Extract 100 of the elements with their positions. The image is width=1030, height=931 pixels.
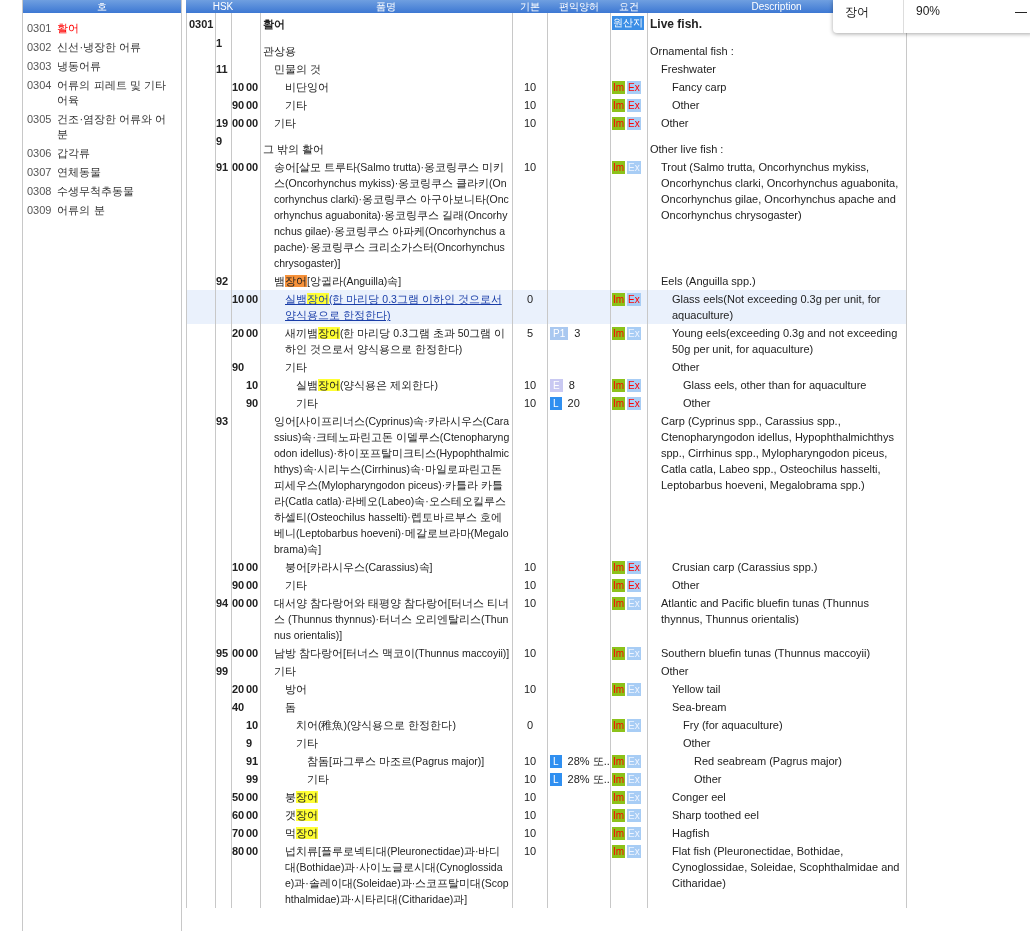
hsk-code: 91	[246, 755, 259, 767]
item-name-link[interactable]: 방어	[285, 681, 510, 697]
column-header: 호	[23, 0, 181, 13]
item-name-link[interactable]: 실뱀장어(한 마리당 0.3그램 이하인 것으로서 양식용으로 한정한다)	[285, 291, 510, 323]
item-name-link[interactable]: 대서양 참다랑어와 태평양 참다랑어[터너스 티너스 (Thunnus thynnus)·터너스 오리엔탈리스(Thunnus orientalis)]	[274, 595, 510, 643]
description-text: Ornamental fish :	[650, 45, 734, 57]
description-text: Other	[672, 361, 700, 373]
sidebar-item[interactable]: 0305 건조·염장한 어류와 어분	[27, 112, 177, 142]
item-name-link[interactable]: 기타	[274, 663, 510, 679]
hsk-code: 90	[246, 397, 259, 409]
hsk-code: 9	[216, 134, 224, 149]
table-row[interactable]: 1000 붕어[카라시우스(Carassius)속] 10 Im Ex Crusian carp (Carassius spp.)	[186, 558, 906, 576]
hsk-code: 00	[246, 117, 259, 129]
hsk-code: 00	[246, 647, 259, 659]
table-row[interactable]: 2000 새끼뱀장어(한 마리당 0.3그램 초과 50그램 이하인 것으로서 양식용으로 한정한다) 5 P1 3 Im Ex Young eels(exceeding 0.3g and not exceeding 50g per unit, for aquaculture)	[186, 324, 906, 358]
basic-rate: 0	[526, 293, 534, 305]
sidebar-item[interactable]: 0306 갑각류	[27, 146, 177, 161]
zoom-level: 90%	[916, 4, 941, 20]
table-row[interactable]: 11 민물의 것 Freshwater	[186, 60, 906, 78]
description-text: Freshwater	[661, 63, 717, 75]
table-row[interactable]: 9000 기타 10 Im Ex Other	[186, 96, 906, 114]
table-row[interactable]: 1000 비단잉어 10 Im Ex Fancy carp	[186, 78, 906, 96]
item-name-link[interactable]: 송어[살모 트루타(Salmo trutta)·옹코링쿠스 미키스(Oncorhynchus mykiss)·옹코링쿠스 클라키(Oncorhynchus clarki)·옹코링쿠스 아구아보니타(Oncorhynchus aguabonita)·옹코링쿠스 길래(Oncorhynchus gilae)·옹코링쿠스 아파케(Oncorhynchus apache)·옹코링쿠스 크리소가스터(Oncorhynchus chrysogaster)]	[274, 159, 510, 271]
table-row[interactable]: 9 그 밖의 활어 Other live fish :	[186, 132, 906, 158]
item-name-link[interactable]: 남방 참다랑어[터너스 맥코이(Thunnus maccoyii)]	[274, 645, 510, 661]
table-row[interactable]: 1 관상용 Ornamental fish :	[186, 34, 906, 60]
hsk-code: 19	[216, 116, 228, 131]
table-row[interactable]: 90 기타 10 L 20 Im Ex Other	[186, 394, 906, 412]
table-row[interactable]: 10 치어(稚魚)(양식용으로 한정한다) 0 Im Ex Fry (for aquaculture)	[186, 716, 906, 734]
sidebar-item[interactable]: 0308 수생무척추동물	[27, 184, 177, 199]
item-name-link[interactable]: 기타	[285, 577, 510, 593]
table-row[interactable]: 2000 방어 10 Im Ex Yellow tail	[186, 680, 906, 698]
hsk-code: 00	[246, 809, 259, 821]
item-name-link[interactable]: 기타	[285, 359, 510, 375]
item-name-link[interactable]: 기타	[274, 115, 510, 131]
hsk-code: 00	[246, 561, 259, 573]
item-name-link[interactable]: 붕장어	[285, 789, 510, 805]
table-row[interactable]: 5000 붕장어 10 Im Ex Conger eel	[186, 788, 906, 806]
table-row[interactable]	[186, 158, 906, 272]
item-name-link[interactable]: 관상용	[263, 43, 510, 59]
sidebar-item[interactable]: 0309 어류의 분	[27, 203, 177, 218]
item-name-link[interactable]: 비단잉어	[285, 79, 510, 95]
item-name-link[interactable]: 뱀장어[앙귈라(Anguilla)속]	[274, 273, 510, 289]
description-text: Carp (Cyprinus spp., Carassius spp., Ctenopharyngodon idellus, Hypophthalmichthys spp., Cirrhinus spp., Mylopharyngodon piceus, Catla catla, Labeo spp., Osteochilus hasselti, Leptobarbus hoeveni, Megalobrama spp.)	[661, 415, 894, 491]
item-name-link[interactable]: 활어	[263, 16, 510, 32]
description-text: Glass eels, other than for aquaculture	[683, 379, 867, 391]
item-name-link[interactable]: 기타	[307, 771, 510, 787]
item-name-link[interactable]: 먹장어	[285, 825, 510, 841]
table-row[interactable]: 99 기타 Other	[186, 662, 906, 680]
description-text: Sea-bream	[672, 701, 727, 713]
sidebar-item[interactable]: 0301 활어	[27, 21, 177, 36]
hsk-code: 20	[232, 683, 245, 695]
table-row[interactable]: 91 참돔[파그루스 마조르(Pagrus major)] 10 L 28% 또.. Im Ex Red seabream (Pagrus major)	[186, 752, 906, 770]
item-name-link[interactable]: 참돔[파그루스 마조르(Pagrus major)]	[307, 753, 510, 769]
item-name-link[interactable]: 민물의 것	[274, 61, 510, 77]
basic-rate: 10	[523, 773, 537, 785]
description-text: Live fish.	[650, 17, 702, 31]
rate-value: 28% 또..	[567, 754, 610, 769]
basic-rate: 10	[523, 81, 537, 93]
basic-rate: 10	[523, 397, 537, 409]
hsk-code: 00	[246, 827, 259, 839]
item-name-link[interactable]: 치어(稚魚)(양식용으로 한정한다)	[296, 717, 510, 733]
basic-rate: 10	[523, 117, 537, 129]
sidebar-item[interactable]: 0304 어류의 피레트 및 기타 어육	[27, 78, 177, 108]
column-header: HSK	[212, 0, 234, 13]
table-row[interactable]: 9 기타 Other	[186, 734, 906, 752]
sidebar-item[interactable]: 0303 냉동어류	[27, 59, 177, 74]
item-name-link[interactable]: 잉어[사이프리너스(Cyprinus)속·카라시우스(Carassius)속·크테노파린고돈 이델루스(Ctenopharyngodon idellus)·하이포프탈미크티스(Hypophthalmichthys)속·시리누스(Cirrhinus)속·마일로파린고돈 피세우스(Mylopharyngodon piceus)·카틀라 카틀라(Catla catla)·라베오(Labeo)속·오스테오킬루스 하셀티(Osteochilus hasselti)·렙토바르부스 호에베니(Leptobarbus hoeveni)·메갈로브라마(Megalobrama)속]	[274, 413, 510, 557]
table-row[interactable]	[186, 412, 906, 558]
hsk-code: 90	[232, 361, 245, 373]
table-row[interactable]: 94 0000 대서양 참다랑어와 태평양 참다랑어[터너스 티너스 (Thunnus thynnus)·터너스 오리엔탈리스(Thunnus orientalis)] 10 Im Ex Atlantic and Pacific bluefin tunas (Thunnus thynnus, Thunnus orientalis)	[186, 594, 906, 644]
table-row[interactable]: 19 0000 기타 10 Im Ex Other	[186, 114, 906, 132]
table-row[interactable]: 7000 먹장어 10 Im Ex Hagfish	[186, 824, 906, 842]
table-row[interactable]: 95 0000 남방 참다랑어[터너스 맥코이(Thunnus maccoyii)] 10 Im Ex Southern bluefin tunas (Thunnus maccoyii)	[186, 644, 906, 662]
table-row[interactable]: 9000 기타 10 Im Ex Other	[186, 576, 906, 594]
item-name-link[interactable]: 돔	[285, 699, 510, 715]
item-name-link[interactable]: 새끼뱀장어(한 마리당 0.3그램 초과 50그램 이하인 것으로서 양식용으로 한정한다)	[285, 325, 510, 357]
item-name-link[interactable]: 넙치류[플루로넥티대(Pleuronectidae)과·바디대(Bothidae)과·사이노글로시대(Cynoglossidae)과·솔레이대(Soleidae)과·스코프탈미대(Scophthalmidae)과·시타리대(Citharidae)과]	[285, 843, 510, 907]
table-row[interactable]	[186, 842, 906, 908]
zoom-out-button[interactable]: —	[1015, 4, 1027, 20]
item-name-link[interactable]: 기타	[296, 735, 510, 751]
table-row[interactable]: 6000 갯장어 10 Im Ex Sharp toothed eel	[186, 806, 906, 824]
item-name-link[interactable]: 그 밖의 활어	[263, 141, 510, 157]
column-header: 기본	[519, 0, 540, 13]
item-name-link[interactable]: 갯장어	[285, 807, 510, 823]
sidebar-item[interactable]: 0302 신선·냉장한 어류	[27, 40, 177, 55]
item-name-link[interactable]: 붕어[카라시우스(Carassius)속]	[285, 559, 510, 575]
hsk-code: 10	[232, 561, 245, 573]
item-name-link[interactable]: 기타	[296, 395, 510, 411]
hsk-code: 20	[232, 327, 245, 339]
hsk-code: 00	[246, 791, 259, 803]
item-name-link[interactable]: 기타	[285, 97, 510, 113]
item-name-link[interactable]: 실뱀장어(양식용은 제외한다)	[296, 377, 510, 393]
table-row[interactable]: 99 기타 10 L 28% 또.. Im Ex Other	[186, 770, 906, 788]
table-row[interactable]: 40 돔 Sea-bream	[186, 698, 906, 716]
hsk-code: 99	[216, 664, 228, 679]
table-row[interactable]: 90 기타 Other	[186, 358, 906, 376]
sidebar-item[interactable]: 0307 연체동물	[27, 165, 177, 180]
table-row[interactable]: 1000 실뱀장어(한 마리당 0.3그램 이하인 것으로서 양식용으로 한정한다) 0 Im Ex Glass eels(Not exceeding 0.3g per unit, for aquaculture)	[186, 290, 906, 324]
hsk-code: 00	[232, 161, 245, 173]
